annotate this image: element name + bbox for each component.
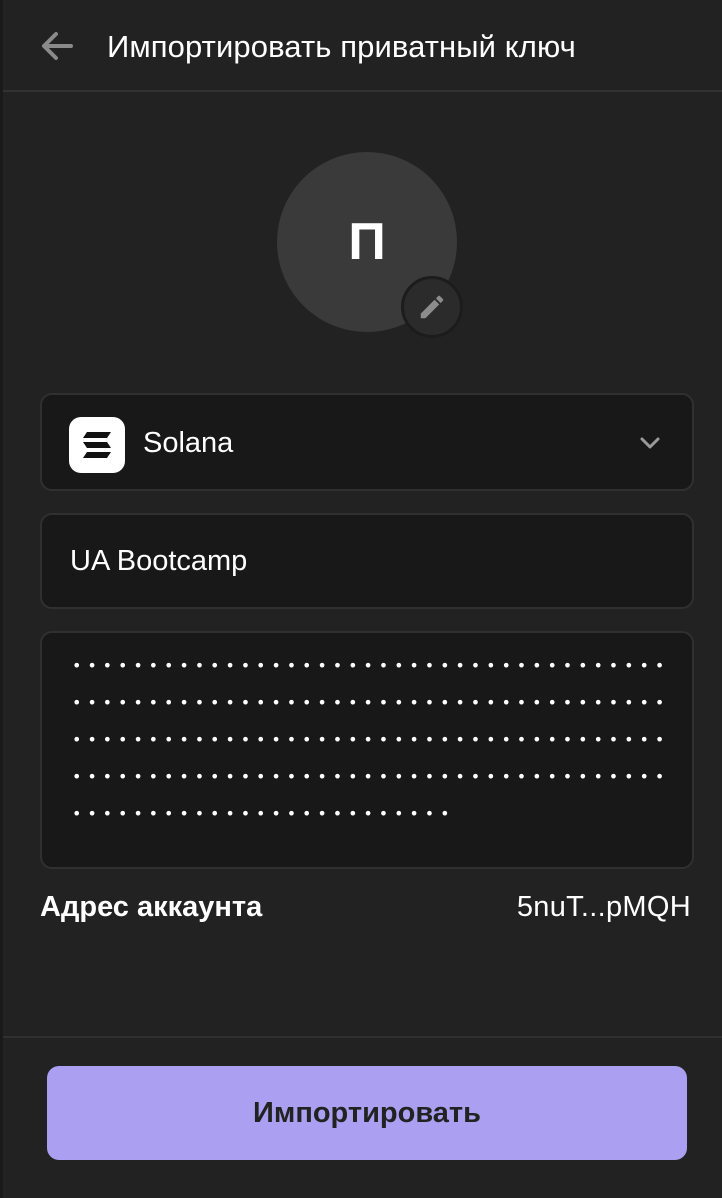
solana-logo-icon (69, 417, 125, 473)
private-key-field[interactable]: ••••••••••••••••••••••••••••••••••••••••… (40, 631, 694, 869)
account-name-field[interactable] (40, 513, 694, 609)
private-key-masked-text[interactable]: ••••••••••••••••••••••••••••••••••••••••… (72, 647, 672, 832)
pencil-icon (420, 295, 444, 319)
back-button[interactable] (37, 28, 77, 64)
header: Импортировать приватный ключ (3, 0, 722, 92)
avatar-letter: П (348, 213, 386, 271)
account-name-input[interactable] (42, 515, 692, 607)
network-select[interactable]: Solana (40, 393, 694, 491)
account-address-value: 5nuT...pMQH (516, 891, 691, 923)
arrow-left-icon (42, 32, 73, 60)
page-title: Импортировать приватный ключ (107, 29, 576, 64)
import-button-label: Импортировать (253, 1096, 481, 1129)
import-button[interactable]: Импортировать (47, 1066, 687, 1160)
import-private-key-screen: Импортировать приватный ключ П Solana ••… (0, 0, 722, 1198)
network-name: Solana (143, 427, 234, 459)
edit-avatar-button[interactable] (401, 276, 463, 338)
chevron-down-icon (640, 437, 660, 449)
account-address-label: Адрес аккаунта (40, 891, 263, 923)
footer-divider (3, 1036, 722, 1038)
